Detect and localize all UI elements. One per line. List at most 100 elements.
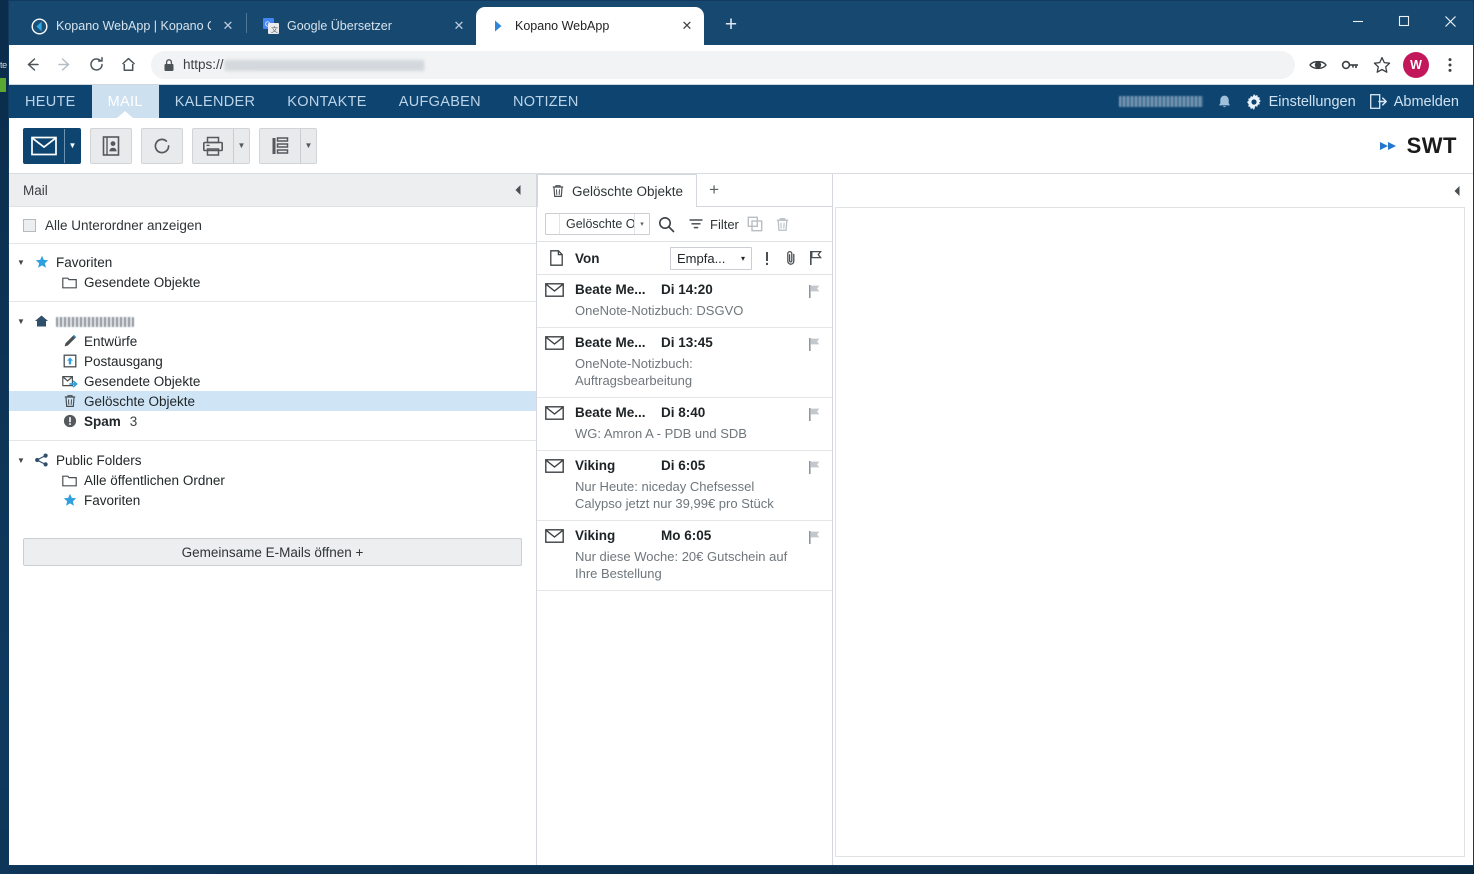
forward-arrow-icon[interactable] xyxy=(49,50,79,80)
nav-item-aufgaben[interactable]: AUFGABEN xyxy=(383,85,497,118)
folder-item-entwuerfe[interactable]: Entwürfe xyxy=(9,331,536,351)
folder-item-alle-oeffentlichen[interactable]: Alle öffentlichen Ordner xyxy=(9,470,536,490)
folder-item-public-favoriten[interactable]: Favoriten xyxy=(9,490,536,510)
address-book-icon xyxy=(91,129,131,163)
new-tab-button[interactable]: + xyxy=(714,8,748,42)
flag-icon[interactable] xyxy=(808,335,824,389)
close-icon[interactable] xyxy=(1427,1,1473,41)
message-sender: Beate Me... xyxy=(575,335,646,350)
reload-icon[interactable] xyxy=(81,50,111,80)
folder-item-spam[interactable]: Spam 3 xyxy=(9,411,536,431)
collapse-right-icon[interactable] xyxy=(1453,185,1461,197)
message-list-item[interactable]: Beate Me... Di 8:40 WG: Amron A - PDB un… xyxy=(537,398,832,451)
minimize-icon[interactable] xyxy=(1335,1,1381,41)
folder-item-fav-gesendete[interactable]: Gesendete Objekte xyxy=(9,272,536,292)
nav-item-notizen[interactable]: NOTIZEN xyxy=(497,85,595,118)
view-layout-dropdown-arrow[interactable]: ▼ xyxy=(300,128,316,163)
browser-tab-1[interactable]: Kopano WebApp | Kopano Comm ✕ xyxy=(17,7,245,45)
key-icon[interactable] xyxy=(1335,50,1365,80)
folder-label: Spam xyxy=(84,413,121,429)
bookmark-star-icon[interactable] xyxy=(1367,50,1397,80)
page-icon[interactable] xyxy=(545,250,567,266)
home-icon[interactable] xyxy=(113,50,143,80)
nav-item-kontakte[interactable]: KONTAKTE xyxy=(271,85,382,118)
nav-item-mail[interactable]: MAIL xyxy=(91,85,159,118)
browser-tab-3[interactable]: Kopano WebApp ✕ xyxy=(476,7,704,45)
message-list-column-header: Von Empfa... ▾ xyxy=(537,242,832,275)
nav-item-kalender[interactable]: KALENDER xyxy=(159,85,272,118)
eye-icon[interactable] xyxy=(1303,50,1333,80)
flag-icon[interactable] xyxy=(808,528,824,582)
folder-root-public[interactable]: ▼ Public Folders xyxy=(9,450,536,470)
folder-item-postausgang[interactable]: Postausgang xyxy=(9,351,536,371)
kopano-toolbar: ▼ ▼ ▼ SWT xyxy=(9,118,1473,174)
paperclip-icon[interactable] xyxy=(782,250,800,266)
preview-pane xyxy=(833,174,1473,865)
message-list: Beate Me... Di 14:20 OneNote-Notizbuch: … xyxy=(537,275,832,865)
three-dot-menu-icon[interactable] xyxy=(1435,50,1465,80)
address-book-button[interactable] xyxy=(90,127,132,164)
column-header-von[interactable]: Von xyxy=(573,251,600,266)
chevron-down-icon[interactable]: ▾ xyxy=(634,214,649,234)
print-dropdown-arrow[interactable]: ▼ xyxy=(233,128,249,163)
bell-icon[interactable] xyxy=(1217,94,1232,110)
folder-item-gesendete[interactable]: Gesendete Objekte xyxy=(9,371,536,391)
message-list-item[interactable]: Viking Mo 6:05 Nur diese Woche: 20€ Guts… xyxy=(537,521,832,591)
logout-button[interactable]: Abmelden xyxy=(1369,94,1459,110)
message-date: Di 6:05 xyxy=(661,458,706,473)
browser-tab-2-close-icon[interactable]: ✕ xyxy=(450,17,468,35)
flag-icon[interactable] xyxy=(808,405,824,442)
back-arrow-icon[interactable] xyxy=(17,50,47,80)
folder-label: Favoriten xyxy=(56,254,113,270)
view-layout-button[interactable]: ▼ xyxy=(259,127,317,164)
copy-icon[interactable] xyxy=(743,216,767,232)
chevron-down-icon[interactable]: ▼ xyxy=(15,317,27,326)
flag-icon[interactable] xyxy=(808,458,824,512)
settings-button[interactable]: Einstellungen xyxy=(1246,93,1356,110)
print-button[interactable]: ▼ xyxy=(192,127,250,164)
message-list-item[interactable]: Beate Me... Di 13:45 OneNote-Notizbuch: … xyxy=(537,328,832,398)
maximize-icon[interactable] xyxy=(1381,1,1427,41)
message-sender: Viking xyxy=(575,528,616,543)
show-subfolders-label: Alle Unterordner anzeigen xyxy=(45,217,202,233)
tab-geloeschte-objekte[interactable]: Gelöschte Objekte xyxy=(537,174,698,207)
open-shared-mails-button[interactable]: Gemeinsame E-Mails öffnen + xyxy=(23,538,522,566)
chevron-down-icon[interactable]: ▼ xyxy=(15,258,27,267)
folder-root-favoriten[interactable]: ▼ Favoriten xyxy=(9,252,536,272)
message-list-item[interactable]: Viking Di 6:05 Nur Heute: niceday Chefse… xyxy=(537,451,832,521)
browser-tab-3-close-icon[interactable]: ✕ xyxy=(678,17,696,35)
add-tab-button[interactable]: + xyxy=(697,174,731,206)
new-mail-button[interactable]: ▼ xyxy=(23,127,81,164)
chevron-down-icon[interactable]: ▾ xyxy=(741,254,745,263)
message-list-item[interactable]: Beate Me... Di 14:20 OneNote-Notizbuch: … xyxy=(537,275,832,328)
url-redacted-region xyxy=(224,60,425,71)
message-meta: Beate Me... Di 14:20 xyxy=(575,282,800,297)
folder-item-geloeschte[interactable]: Gelöschte Objekte xyxy=(9,391,536,411)
window-controls xyxy=(1335,1,1473,41)
alert-icon xyxy=(61,414,78,428)
flag-icon[interactable] xyxy=(808,282,824,319)
search-scope-select[interactable]: Gelöschte O ▾ xyxy=(545,213,650,235)
show-subfolders-checkbox[interactable] xyxy=(23,218,36,232)
magnifier-icon[interactable] xyxy=(654,216,678,233)
sort-select[interactable]: Empfa... ▾ xyxy=(670,246,752,270)
collapse-left-icon[interactable] xyxy=(514,184,522,196)
tab-separator-1 xyxy=(246,13,247,33)
exclamation-icon[interactable] xyxy=(758,251,776,266)
scope-swatch xyxy=(546,214,560,234)
message-meta: Viking Di 6:05 xyxy=(575,458,800,473)
show-subfolders-row[interactable]: Alle Unterordner anzeigen xyxy=(9,207,536,244)
flag-icon[interactable] xyxy=(806,250,824,266)
filter-button[interactable]: Filter xyxy=(688,217,739,232)
delete-icon[interactable] xyxy=(771,217,795,232)
folder-unread-count: 3 xyxy=(129,413,138,429)
browser-tab-1-close-icon[interactable]: ✕ xyxy=(219,17,237,35)
nav-item-heute[interactable]: HEUTE xyxy=(9,85,92,118)
profile-avatar[interactable]: W xyxy=(1403,51,1429,78)
url-input[interactable]: https:// xyxy=(151,50,1295,79)
folder-root-mailbox[interactable]: ▼ xyxy=(9,311,536,331)
refresh-button[interactable] xyxy=(141,127,183,164)
browser-tab-2[interactable]: G 文 Google Übersetzer ✕ xyxy=(248,7,476,45)
chevron-down-icon[interactable]: ▼ xyxy=(15,456,27,465)
new-mail-dropdown-arrow[interactable]: ▼ xyxy=(64,128,80,163)
